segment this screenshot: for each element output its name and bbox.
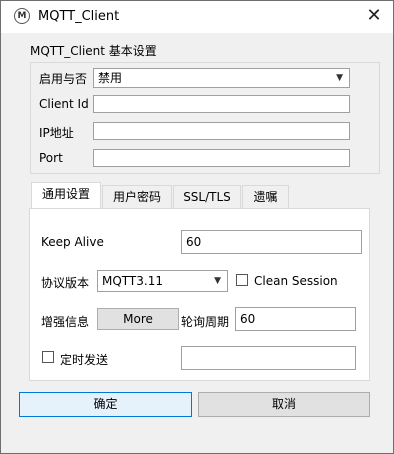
enhanced-label: 增强信息 bbox=[41, 315, 90, 329]
enable-label: 启用与否 bbox=[39, 72, 88, 86]
chevron-down-icon: ▼ bbox=[336, 73, 343, 83]
timed-send-field[interactable] bbox=[181, 346, 356, 370]
settings-group-title: MQTT_Client 基本设置 bbox=[30, 44, 157, 58]
poll-field[interactable]: 60 bbox=[235, 307, 356, 331]
client-id-label: Client Id bbox=[39, 97, 89, 111]
keep-alive-field[interactable]: 60 bbox=[181, 230, 362, 254]
tab-general[interactable]: 通用设置 bbox=[31, 182, 101, 209]
general-tab-pane: Keep Alive 60 协议版本 MQTT3.11 ▼ Clean Sess… bbox=[29, 208, 370, 381]
tab-user-password[interactable]: 用户密码 bbox=[102, 185, 172, 209]
client-id-field[interactable] bbox=[93, 95, 350, 113]
ok-button[interactable]: 确定 bbox=[19, 392, 192, 417]
close-icon[interactable]: ✕ bbox=[363, 5, 385, 27]
window-title: MQTT_Client bbox=[38, 9, 120, 24]
enable-select-value: 禁用 bbox=[98, 71, 123, 85]
title-bar[interactable]: M MQTT_Client ✕ bbox=[1, 1, 393, 33]
protocol-select[interactable]: MQTT3.11 ▼ bbox=[97, 270, 228, 292]
timed-send-label: 定时发送 bbox=[60, 353, 109, 367]
keep-alive-label: Keep Alive bbox=[41, 235, 104, 249]
port-field[interactable] bbox=[93, 149, 350, 167]
ip-field[interactable] bbox=[93, 122, 350, 140]
clean-session-label: Clean Session bbox=[254, 274, 338, 288]
ip-label: IP地址 bbox=[39, 126, 74, 140]
dialog-window: M MQTT_Client ✕ MQTT_Client 基本设置 启用与否 禁用… bbox=[0, 0, 394, 454]
protocol-select-value: MQTT3.11 bbox=[102, 274, 163, 288]
poll-label: 轮询周期 bbox=[181, 315, 230, 329]
mqtt-app-icon: M bbox=[14, 8, 30, 24]
protocol-label: 协议版本 bbox=[41, 276, 90, 290]
chevron-down-icon: ▼ bbox=[214, 276, 221, 286]
port-label: Port bbox=[39, 151, 63, 165]
cancel-button[interactable]: 取消 bbox=[198, 392, 370, 417]
clean-session-checkbox[interactable] bbox=[236, 274, 248, 286]
tab-will[interactable]: 遗嘱 bbox=[242, 185, 289, 209]
settings-groupbox: 启用与否 禁用 ▼ Client Id IP地址 Port bbox=[30, 62, 380, 174]
tab-ssl-tls[interactable]: SSL/TLS bbox=[173, 185, 241, 209]
more-button[interactable]: More bbox=[97, 308, 179, 330]
timed-send-checkbox[interactable] bbox=[42, 351, 54, 363]
enable-select[interactable]: 禁用 ▼ bbox=[93, 68, 350, 88]
